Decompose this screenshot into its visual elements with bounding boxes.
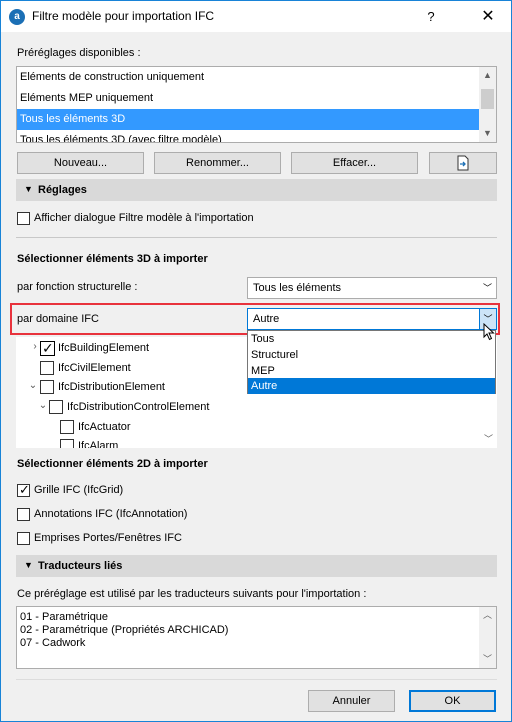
tree-checkbox[interactable] bbox=[60, 420, 74, 434]
presets-label: Préréglages disponibles : bbox=[17, 47, 141, 59]
presets-scrollbar[interactable]: ▲ ▼ bbox=[479, 67, 496, 142]
annotations-label: Annotations IFC (IfcAnnotation) bbox=[34, 508, 188, 520]
annotations-checkbox[interactable] bbox=[17, 508, 30, 521]
footer-divider bbox=[16, 679, 497, 680]
tree-node-label: IfcCivilElement bbox=[58, 362, 131, 374]
export-preset-button[interactable] bbox=[429, 152, 497, 174]
close-button[interactable]: ✕ bbox=[473, 6, 503, 28]
collapse-triangle-icon: ▼ bbox=[24, 184, 33, 194]
translator-item: 07 - Cadwork bbox=[20, 637, 86, 649]
tree-node[interactable]: ⌄ IfcDistributionControlElement bbox=[16, 398, 316, 416]
scroll-down-icon[interactable]: ▼ bbox=[479, 125, 496, 142]
tree-checkbox[interactable] bbox=[60, 439, 74, 448]
collapse-arrow-icon[interactable]: ⌄ bbox=[28, 380, 38, 391]
select-3d-label: Sélectionner éléments 3D à importer bbox=[17, 253, 208, 265]
domain-option[interactable]: Structurel bbox=[248, 347, 495, 363]
tree-node[interactable]: IfcAlarm bbox=[16, 437, 316, 448]
archicad-app-icon: a bbox=[9, 9, 25, 25]
grid-checkbox[interactable]: ✓ bbox=[17, 482, 30, 497]
new-preset-button[interactable]: Nouveau... bbox=[17, 152, 144, 174]
scroll-down-icon[interactable]: ﹀ bbox=[480, 431, 497, 448]
structural-function-label: par fonction structurelle : bbox=[17, 281, 138, 293]
openings-checkbox[interactable] bbox=[17, 532, 30, 545]
mouse-cursor-icon bbox=[483, 323, 495, 341]
translators-section-title: Traducteurs liés bbox=[38, 560, 123, 572]
rename-preset-button[interactable]: Renommer... bbox=[154, 152, 281, 174]
settings-section-header[interactable]: ▼ Réglages bbox=[16, 179, 497, 201]
cancel-button[interactable]: Annuler bbox=[308, 690, 395, 712]
preset-item[interactable]: Tous les éléments 3D (avec filtre modèle… bbox=[17, 130, 480, 142]
domain-option[interactable]: Tous bbox=[248, 331, 495, 347]
select-2d-label: Sélectionner éléments 2D à importer bbox=[17, 458, 208, 470]
settings-section-title: Réglages bbox=[38, 184, 87, 196]
tree-checkbox[interactable] bbox=[40, 380, 54, 394]
preset-item[interactable]: Eléments de construction uniquement bbox=[17, 67, 480, 88]
ok-button[interactable]: OK bbox=[409, 690, 496, 712]
delete-preset-button[interactable]: Effacer... bbox=[291, 152, 418, 174]
preset-item[interactable]: Eléments MEP uniquement bbox=[17, 88, 480, 109]
structural-function-combo[interactable]: Tous les éléments ﹀ bbox=[247, 277, 497, 299]
translators-list[interactable]: 01 - Paramétrique 02 - Paramétrique (Pro… bbox=[16, 606, 497, 669]
domain-option[interactable]: MEP bbox=[248, 363, 495, 379]
divider bbox=[16, 237, 497, 238]
scroll-up-icon[interactable]: ▲ bbox=[479, 67, 496, 84]
ifc-domain-dropdown[interactable]: Tous Structurel MEP Autre bbox=[247, 330, 496, 394]
tree-checkbox[interactable] bbox=[49, 400, 63, 414]
presets-list[interactable]: Eléments de construction uniquement Elém… bbox=[16, 66, 497, 143]
help-button[interactable]: ? bbox=[419, 6, 443, 28]
tree-checkbox[interactable] bbox=[40, 361, 54, 375]
title-bar: a Filtre modèle pour importation IFC ? ✕ bbox=[1, 1, 511, 32]
preset-item-selected[interactable]: Tous les éléments 3D bbox=[17, 109, 480, 130]
collapse-triangle-icon: ▼ bbox=[24, 560, 33, 570]
translators-scrollbar[interactable]: ︿ ﹀ bbox=[479, 607, 496, 668]
translator-item: 02 - Paramétrique (Propriétés ARCHICAD) bbox=[20, 624, 229, 636]
tree-node-label: IfcAlarm bbox=[78, 440, 119, 448]
tree-node[interactable]: IfcActuator bbox=[16, 418, 316, 436]
structural-function-value: Tous les éléments bbox=[253, 282, 342, 294]
domain-option-selected[interactable]: Autre bbox=[248, 378, 495, 394]
show-dialog-label: Afficher dialogue Filtre modèle à l'impo… bbox=[34, 212, 254, 224]
openings-label: Emprises Portes/Fenêtres IFC bbox=[34, 532, 182, 544]
expand-arrow-icon[interactable]: › bbox=[30, 341, 40, 352]
scroll-up-icon[interactable]: ︿ bbox=[479, 607, 496, 624]
collapse-arrow-icon[interactable]: ⌄ bbox=[38, 400, 48, 411]
window-title: Filtre modèle pour importation IFC bbox=[32, 9, 215, 23]
grid-label: Grille IFC (IfcGrid) bbox=[34, 484, 124, 496]
tree-node-label: IfcBuildingElement bbox=[58, 342, 150, 354]
translators-description: Ce préréglage est utilisé par les traduc… bbox=[17, 588, 367, 600]
show-dialog-checkbox[interactable] bbox=[17, 212, 30, 225]
scroll-thumb[interactable] bbox=[481, 89, 494, 109]
scroll-down-icon[interactable]: ﹀ bbox=[479, 651, 496, 668]
tree-node-label: IfcDistributionControlElement bbox=[67, 401, 210, 413]
tree-node-label: IfcActuator bbox=[78, 421, 131, 433]
export-icon bbox=[457, 155, 469, 171]
chevron-down-icon[interactable]: ﹀ bbox=[479, 278, 496, 298]
ifc-import-filter-dialog: a Filtre modèle pour importation IFC ? ✕… bbox=[0, 0, 512, 722]
tree-node-label: IfcDistributionElement bbox=[58, 381, 165, 393]
translator-item: 01 - Paramétrique bbox=[20, 611, 109, 623]
tree-checkbox[interactable]: ✓ bbox=[40, 340, 55, 356]
translators-section-header[interactable]: ▼ Traducteurs liés bbox=[16, 555, 497, 577]
